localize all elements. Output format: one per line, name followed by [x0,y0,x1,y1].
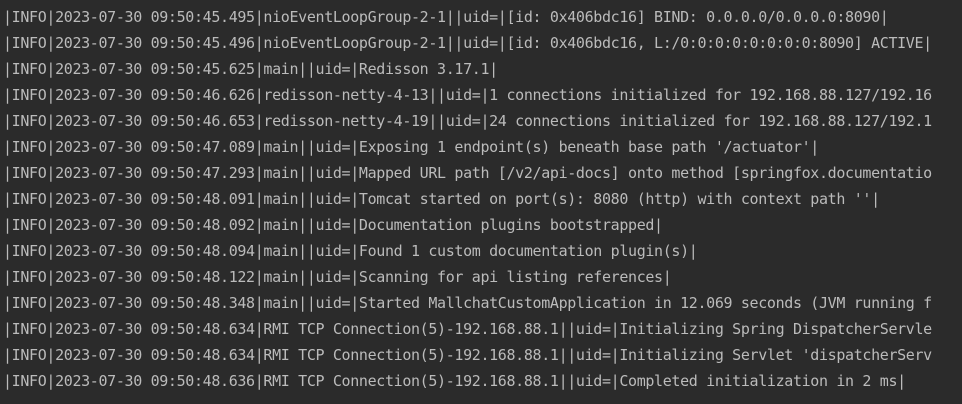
log-line: |INFO|2023-07-30 09:50:48.122|main||uid=… [3,268,672,286]
log-line: |INFO|2023-07-30 09:50:47.089|main||uid=… [3,138,819,156]
log-line: |INFO|2023-07-30 09:50:45.496|nioEventLo… [3,34,932,52]
log-line: |INFO|2023-07-30 09:50:47.293|main||uid=… [3,164,932,182]
console-output[interactable]: |INFO|2023-07-30 09:50:45.495|nioEventLo… [0,0,962,404]
log-line: |INFO|2023-07-30 09:50:48.348|main||uid=… [3,294,932,312]
log-line: |INFO|2023-07-30 09:50:48.634|RMI TCP Co… [3,320,932,338]
log-line: |INFO|2023-07-30 09:50:45.495|nioEventLo… [3,8,889,26]
log-line: |INFO|2023-07-30 09:50:46.653|redisson-n… [3,112,932,130]
log-line: |INFO|2023-07-30 09:50:48.092|main||uid=… [3,216,663,234]
log-line: |INFO|2023-07-30 09:50:46.626|redisson-n… [3,86,932,104]
log-line: |INFO|2023-07-30 09:50:48.091|main||uid=… [3,190,880,208]
log-lines: |INFO|2023-07-30 09:50:45.495|nioEventLo… [3,4,962,394]
log-line: |INFO|2023-07-30 09:50:48.094|main||uid=… [3,242,698,260]
log-line: |INFO|2023-07-30 09:50:48.634|RMI TCP Co… [3,346,932,364]
log-line: |INFO|2023-07-30 09:50:45.625|main||uid=… [3,60,498,78]
log-line: |INFO|2023-07-30 09:50:48.636|RMI TCP Co… [3,372,906,390]
